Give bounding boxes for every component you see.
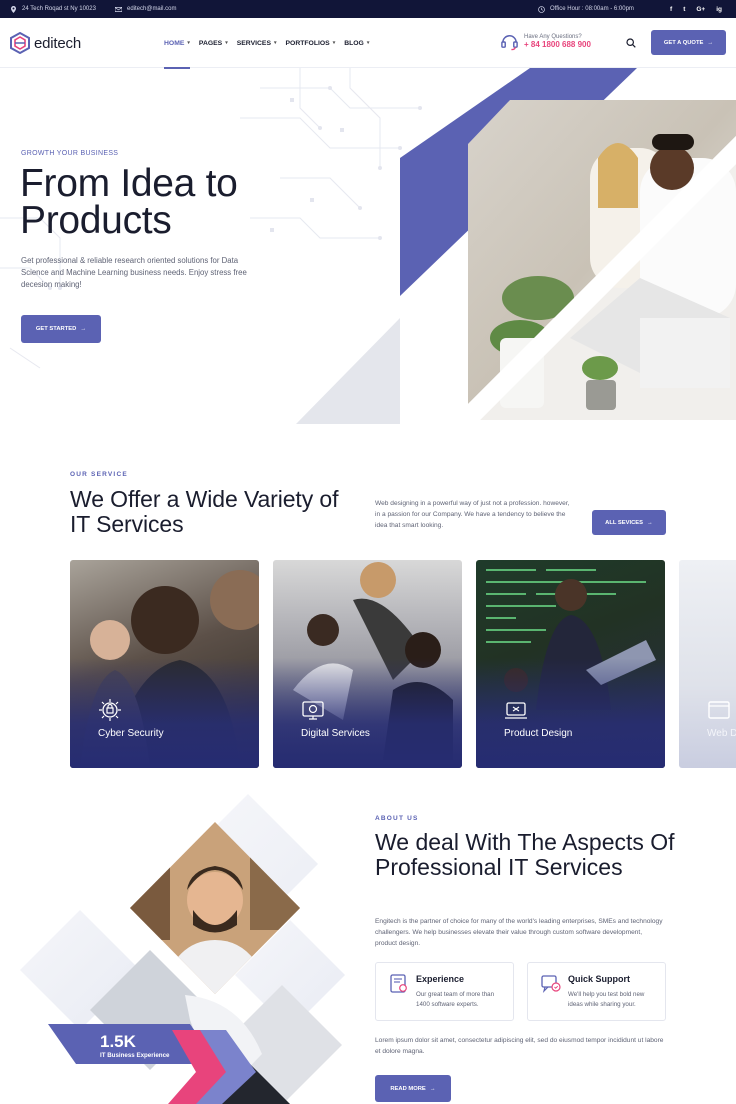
get-quote-label: GET A QUOTE <box>663 39 704 46</box>
design-icon <box>505 702 527 719</box>
read-more-button[interactable]: READ MORE → <box>375 1075 451 1102</box>
nav-home-label: HOME <box>164 39 185 47</box>
all-services-label: ALL SEVICES <box>605 519 644 526</box>
arrow-right-icon: → <box>647 519 653 526</box>
email-info[interactable]: editech@mail.com <box>115 0 176 18</box>
card-title: Web D <box>707 728 736 739</box>
security-icon <box>99 699 121 721</box>
services-description: Web designing in a powerful way of just … <box>375 500 570 529</box>
services-eyebrow: OUR SERVICE <box>70 471 128 478</box>
chevron-down-icon: ▾ <box>225 40 228 46</box>
email-text[interactable]: editech@mail.com <box>127 6 176 12</box>
feature-text: Our great team of more than 1400 softwar… <box>416 991 495 1008</box>
nav-portfolios-label: PORTFOLIOS <box>285 39 330 47</box>
nav-services-label: SERVICES <box>236 39 271 47</box>
chevron-down-icon: ▾ <box>366 40 370 46</box>
envelope-icon <box>115 6 122 12</box>
nav-item-home[interactable]: HOME ▾ <box>164 18 190 69</box>
nav-item-portfolios[interactable]: PORTFOLIOS ▾ <box>286 18 336 68</box>
web-icon <box>708 701 730 719</box>
search-icon[interactable] <box>626 38 636 48</box>
facebook-icon[interactable]: f <box>670 6 672 13</box>
gray-triangle-decoration <box>296 318 400 424</box>
chevron-down-icon: ▾ <box>332 40 336 46</box>
headset-icon <box>501 35 518 51</box>
nav-item-blog[interactable]: BLOG ▾ <box>344 18 369 68</box>
office-hours-text: Office Hour : 08:00am - 6:00pm <box>550 6 634 12</box>
arrow-right-icon: → <box>707 39 714 46</box>
get-started-button[interactable]: GET STARTED → <box>21 315 101 343</box>
about-title: We deal With The Aspects Of Professional… <box>375 829 675 880</box>
arrow-right-icon: → <box>80 326 87 332</box>
site-header: editech HOME ▾ PAGES ▾ SERVICES ▾ PORTFO… <box>0 18 736 69</box>
phone-contact[interactable]: Have Any Questions? + 84 1800 688 900 <box>500 32 591 51</box>
clock-icon <box>538 5 545 13</box>
feature-title: Experience <box>416 974 465 984</box>
get-quote-button[interactable]: GET A QUOTE → <box>651 30 726 55</box>
service-card-product-design[interactable]: Product Design <box>476 560 665 768</box>
nav-item-pages[interactable]: PAGES ▾ <box>199 18 228 68</box>
logo-hexagon-icon <box>10 32 30 54</box>
social-links: f t G+ ig <box>670 0 722 18</box>
about-eyebrow: ABOUT US <box>375 815 419 822</box>
hero-section: GROWTH YOUR BUSINESS From Idea to Produc… <box>0 68 736 428</box>
services-title: We Offer a Wide Variety of IT Services <box>70 486 339 537</box>
service-card-cyber-security[interactable]: Cyber Security <box>70 560 259 768</box>
service-card-digital-services[interactable]: Digital Services <box>273 560 462 768</box>
card-title: Cyber Security <box>98 728 164 739</box>
hero-title: From Idea to Products <box>20 162 238 242</box>
card-title: Product Design <box>504 728 573 739</box>
stat-number: 1.5K <box>100 1032 136 1051</box>
feature-experience: Experience Our great team of more than 1… <box>375 962 514 1021</box>
about-description: Engitech is the partner of choice for ma… <box>375 918 663 947</box>
logo-text: editech <box>34 34 81 52</box>
google-plus-icon[interactable]: G+ <box>696 6 705 13</box>
hero-description: Get professional & reliable research ori… <box>21 256 247 289</box>
arrow-right-icon: → <box>429 1085 436 1092</box>
feature-quick-support: Quick Support We'll help you test bold n… <box>527 962 666 1021</box>
office-hours: Office Hour : 08:00am - 6:00pm <box>538 0 634 18</box>
location-pin-icon <box>10 5 17 13</box>
chevron-down-icon: ▾ <box>273 40 277 46</box>
address-text: 24 Tech Roqad st Ny 10023 <box>22 6 96 12</box>
certificate-icon <box>390 974 407 993</box>
address-info: 24 Tech Roqad st Ny 10023 <box>10 0 96 18</box>
read-more-label: READ MORE <box>390 1085 426 1092</box>
chevron-down-icon: ▾ <box>187 40 190 46</box>
about-photo-collage <box>20 794 345 1104</box>
about-lorem-text: Lorem ipsum dolor sit amet, consectetur … <box>375 1037 664 1055</box>
logo[interactable]: editech <box>10 32 81 54</box>
feature-title: Quick Support <box>568 974 631 984</box>
stat-label: IT Business Experience <box>100 1052 170 1059</box>
digital-icon <box>302 701 324 720</box>
all-services-button[interactable]: ALL SEVICES → <box>592 510 666 535</box>
service-card-web-design[interactable]: Web D <box>679 560 736 768</box>
feature-text: We'll help you test bold new ideas while… <box>568 991 645 1008</box>
nav-item-services[interactable]: SERVICES ▾ <box>237 18 277 68</box>
main-nav: HOME ▾ PAGES ▾ SERVICES ▾ PORTFOLIOS ▾ B… <box>164 18 369 69</box>
hero-eyebrow: GROWTH YOUR BUSINESS <box>21 150 119 157</box>
get-started-label: GET STARTED <box>35 326 77 332</box>
instagram-icon[interactable]: ig <box>716 6 722 13</box>
top-bar: 24 Tech Roqad st Ny 10023 editech@mail.c… <box>0 0 736 18</box>
phone-number[interactable]: + 84 1800 688 900 <box>524 40 591 49</box>
card-title: Digital Services <box>301 728 370 739</box>
nav-blog-label: BLOG <box>344 39 364 47</box>
hero-team-photo <box>452 100 736 420</box>
twitter-icon[interactable]: t <box>683 6 685 13</box>
support-icon <box>541 975 561 993</box>
nav-pages-label: PAGES <box>198 39 223 47</box>
